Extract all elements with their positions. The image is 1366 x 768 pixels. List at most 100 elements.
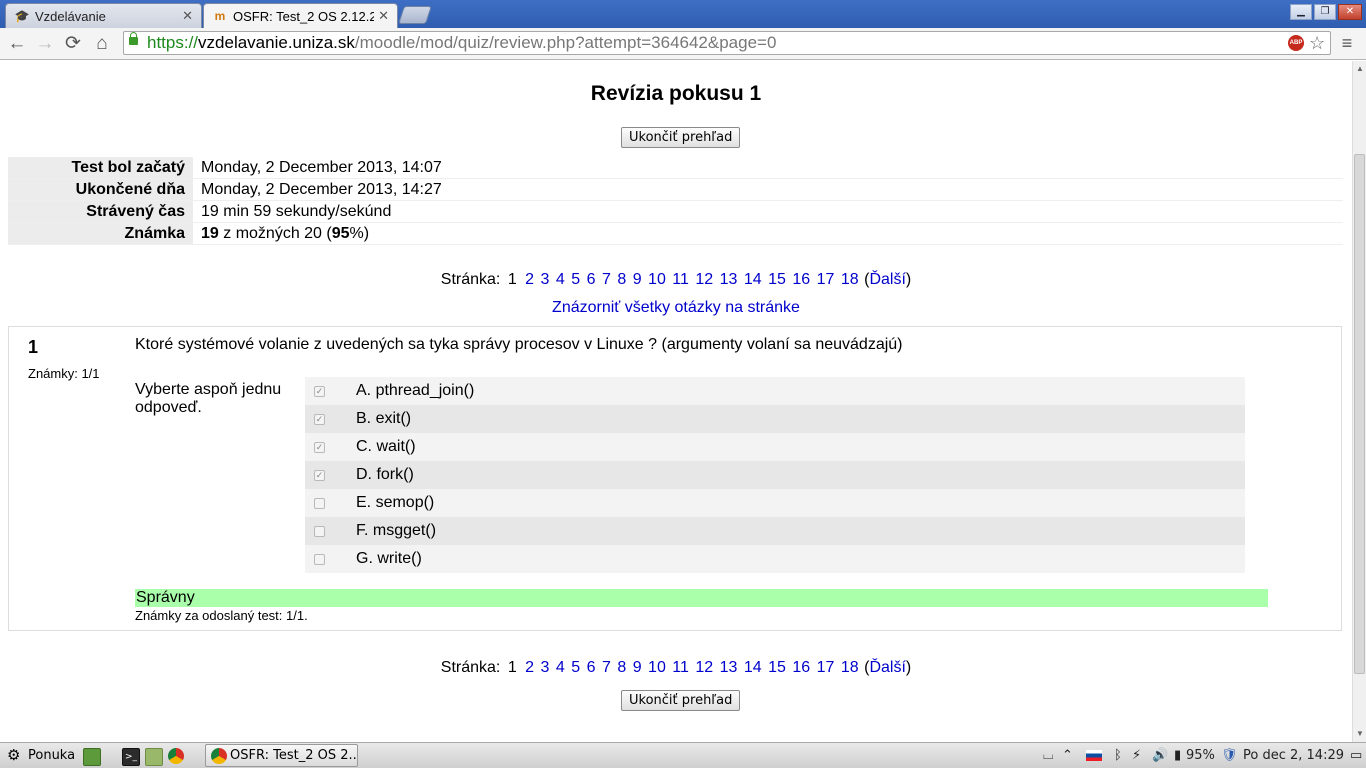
scroll-down-arrow-icon[interactable]: ▼ bbox=[1355, 729, 1365, 739]
new-tab-button[interactable] bbox=[398, 6, 432, 24]
answer-checkbox[interactable] bbox=[314, 554, 325, 565]
correctness-feedback: Správny bbox=[135, 589, 1268, 607]
forward-button[interactable]: → bbox=[34, 33, 56, 55]
next-page-link[interactable]: Ďalší bbox=[869, 659, 905, 676]
page-link[interactable]: 15 bbox=[768, 659, 786, 676]
chrome-icon bbox=[211, 748, 227, 764]
show-desktop-icon[interactable]: ▭ bbox=[1350, 743, 1362, 768]
page-link[interactable]: 9 bbox=[633, 271, 642, 288]
question-card: 1 Známky: 1/1 Ktoré systémové volanie z … bbox=[8, 326, 1342, 631]
taskbar-window-button[interactable]: OSFR: Test_2 OS 2.... bbox=[205, 744, 358, 767]
lock-icon bbox=[129, 32, 138, 45]
answer-option: ✓ D. fork() bbox=[305, 461, 1245, 489]
home-button[interactable]: ⌂ bbox=[91, 33, 113, 55]
chrome-menu-icon[interactable]: ≡ bbox=[1338, 32, 1356, 54]
flag-sk-icon[interactable] bbox=[1086, 750, 1102, 761]
adblock-icon[interactable]: ABP bbox=[1288, 35, 1304, 51]
moodle-icon: m bbox=[214, 9, 226, 23]
tab-osfr-test[interactable]: m OSFR: Test_2 OS 2.12.2 ✕ bbox=[203, 3, 398, 28]
answer-prompt: Vyberte aspoň jednu odpoveď. bbox=[135, 381, 282, 416]
answer-checkbox[interactable]: ✓ bbox=[314, 442, 325, 453]
finish-review-button-top[interactable]: Ukončiť prehľad bbox=[621, 127, 741, 148]
answer-label: A. pthread_join() bbox=[356, 382, 475, 399]
page-link[interactable]: 6 bbox=[587, 271, 596, 288]
page-link[interactable]: 17 bbox=[817, 659, 835, 676]
page-link[interactable]: 18 bbox=[841, 271, 859, 288]
question-text: Ktoré systémové volanie z uvedených sa t… bbox=[135, 336, 903, 353]
bookmark-star-icon[interactable]: ☆ bbox=[1309, 32, 1325, 54]
page-link[interactable]: 11 bbox=[672, 271, 689, 288]
address-bar[interactable]: https://vzdelavanie.uniza.sk/moodle/mod/… bbox=[123, 31, 1331, 55]
page-link[interactable]: 12 bbox=[695, 271, 713, 288]
answer-checkbox[interactable] bbox=[314, 526, 325, 537]
window-close-button[interactable]: ✕ bbox=[1338, 4, 1362, 20]
page-link[interactable]: 14 bbox=[744, 271, 762, 288]
summary-value: 19 min 59 sekundy/sekúnd bbox=[193, 200, 1343, 223]
network-icon[interactable]: ⚡ bbox=[1132, 743, 1141, 768]
summary-row: Ukončené dňa Monday, 2 December 2013, 14… bbox=[8, 178, 1343, 201]
page-link[interactable]: 18 bbox=[841, 659, 859, 676]
page-link[interactable]: 10 bbox=[648, 659, 666, 676]
page-link[interactable]: 8 bbox=[617, 271, 626, 288]
page-link[interactable]: 5 bbox=[571, 271, 580, 288]
folder-icon[interactable] bbox=[145, 748, 163, 766]
show-all-questions-link[interactable]: Znázorniť všetky otázky na stránke bbox=[0, 299, 1352, 317]
menu-button[interactable]: Ponuka bbox=[28, 743, 75, 768]
minimize-button[interactable]: ▁ bbox=[1290, 4, 1312, 20]
page-link[interactable]: 8 bbox=[617, 659, 626, 676]
taskbar-window-title: OSFR: Test_2 OS 2.... bbox=[230, 748, 358, 763]
page-link[interactable]: 7 bbox=[602, 659, 611, 676]
maximize-button[interactable]: ❐ bbox=[1314, 4, 1336, 20]
page-link[interactable]: 6 bbox=[587, 659, 596, 676]
vertical-scrollbar[interactable]: ▲ ▼ bbox=[1352, 61, 1366, 742]
page-link[interactable]: 4 bbox=[556, 271, 565, 288]
volume-icon[interactable]: 🔊 bbox=[1152, 743, 1168, 768]
terminal-icon[interactable]: >_ bbox=[122, 748, 140, 766]
scroll-thumb[interactable] bbox=[1354, 154, 1365, 674]
answer-checkbox[interactable]: ✓ bbox=[314, 386, 325, 397]
page-link[interactable]: 10 bbox=[648, 271, 666, 288]
clock[interactable]: Po dec 2, 14:29 bbox=[1243, 743, 1344, 768]
page-link[interactable]: 5 bbox=[571, 659, 580, 676]
page-link[interactable]: 4 bbox=[556, 659, 565, 676]
battery-icon[interactable]: ▮ bbox=[1174, 743, 1181, 768]
reload-button[interactable]: ⟳ bbox=[62, 33, 84, 55]
page-link[interactable]: 3 bbox=[541, 659, 550, 676]
page-link[interactable]: 12 bbox=[695, 659, 713, 676]
finish-review-button-bottom[interactable]: Ukončiť prehľad bbox=[621, 690, 741, 711]
back-button[interactable]: ← bbox=[6, 33, 28, 55]
answer-checkbox[interactable] bbox=[314, 498, 325, 509]
close-icon[interactable]: ✕ bbox=[182, 8, 193, 24]
page-link[interactable]: 16 bbox=[792, 271, 810, 288]
page-link[interactable]: 3 bbox=[541, 271, 550, 288]
page-link[interactable]: 15 bbox=[768, 271, 786, 288]
page-link[interactable]: 13 bbox=[720, 659, 738, 676]
grade-value: 19 z možných 20 (95%) bbox=[193, 222, 1343, 245]
page-link[interactable]: 16 bbox=[792, 659, 810, 676]
page-link[interactable]: 14 bbox=[744, 659, 762, 676]
desktop-icon[interactable] bbox=[83, 748, 101, 766]
page-link[interactable]: 9 bbox=[633, 659, 642, 676]
page-link[interactable]: 7 bbox=[602, 271, 611, 288]
page-link[interactable]: 2 bbox=[525, 271, 534, 288]
close-icon[interactable]: ✕ bbox=[378, 8, 389, 24]
keyboard-icon[interactable]: ⌴ bbox=[1043, 743, 1053, 768]
answer-list: ✓ A. pthread_join() ✓ B. exit() ✓ C. wait() ✓ D… bbox=[305, 377, 1245, 573]
answer-checkbox[interactable]: ✓ bbox=[314, 414, 325, 425]
paren-close: ) bbox=[905, 271, 912, 288]
page-link[interactable]: 11 bbox=[672, 659, 689, 676]
page-link[interactable]: 2 bbox=[525, 659, 534, 676]
tray-expand-icon[interactable]: ⌃ bbox=[1062, 743, 1073, 768]
page-link[interactable]: 17 bbox=[817, 271, 835, 288]
browser-toolbar: ← → ⟳ ⌂ https://vzdelavanie.uniza.sk/moo… bbox=[0, 28, 1366, 60]
next-page-link[interactable]: Ďalší bbox=[869, 271, 905, 288]
page-link[interactable]: 13 bbox=[720, 271, 738, 288]
shield-icon[interactable]: 🛡 bbox=[1221, 743, 1238, 768]
scroll-up-arrow-icon[interactable]: ▲ bbox=[1355, 64, 1365, 74]
answer-label: D. fork() bbox=[356, 466, 414, 483]
gear-icon[interactable]: ⚙ bbox=[7, 743, 20, 768]
bluetooth-icon[interactable]: ᛒ bbox=[1114, 743, 1122, 768]
answer-checkbox[interactable]: ✓ bbox=[314, 470, 325, 481]
chrome-icon[interactable] bbox=[168, 748, 184, 764]
tab-vzdelavanie[interactable]: 🎓 Vzdelávanie ✕ bbox=[5, 3, 202, 28]
